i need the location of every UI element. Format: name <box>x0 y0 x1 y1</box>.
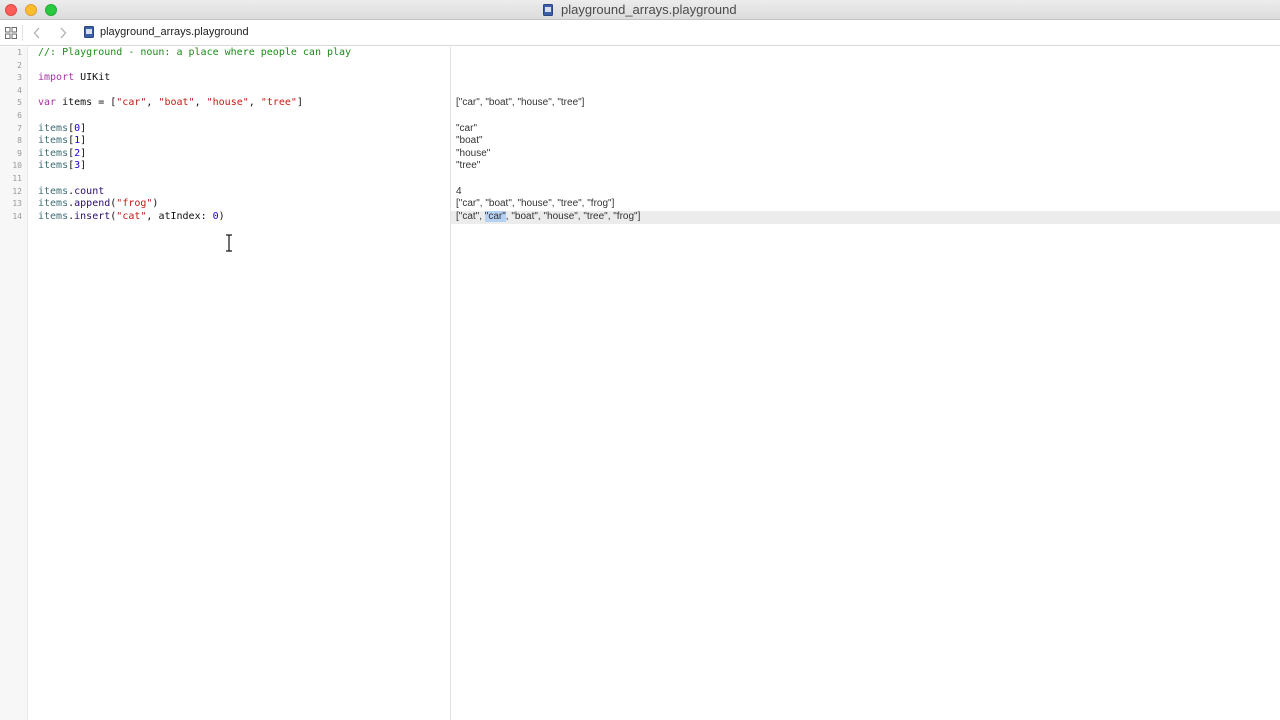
result-line-10[interactable]: "tree" <box>456 160 480 173</box>
code-line-7[interactable]: items[0] <box>38 123 86 136</box>
grid-icon <box>5 27 17 39</box>
line-number: 14 <box>12 211 22 221</box>
code-text: ] <box>296 97 303 109</box>
code-identifier: items <box>38 160 69 172</box>
code-identifier: items <box>38 147 69 159</box>
code-string: "boat" <box>158 97 195 109</box>
result-text: , "boat", "house", "tree", "frog"] <box>505 210 641 222</box>
code-identifier: items <box>38 198 69 210</box>
chevron-right-icon <box>60 27 67 39</box>
title-bar: playground_arrays.playground <box>0 0 1280 20</box>
code-string: "house" <box>206 97 249 109</box>
code-line-1[interactable]: //: Playground - noun: a place where peo… <box>38 47 351 60</box>
line-number: 7 <box>17 123 22 133</box>
results-sidebar: ["car", "boat", "house", "tree"] "car" "… <box>451 47 1280 720</box>
window-title-text: playground_arrays.playground <box>561 2 737 17</box>
code-identifier: items <box>38 185 69 197</box>
code-text: ] <box>80 160 87 172</box>
line-number: 9 <box>17 148 22 158</box>
jump-bar-file[interactable]: playground_arrays.playground <box>84 26 249 38</box>
code-line-8[interactable]: items[1] <box>38 135 86 148</box>
code-text: ) <box>218 210 225 222</box>
chevron-left-icon <box>33 27 40 39</box>
code-string: "cat" <box>116 210 147 222</box>
code-keyword: var <box>38 97 57 109</box>
line-number: 10 <box>12 161 22 171</box>
code-string: "frog" <box>116 198 153 210</box>
ibeam-cursor-icon <box>226 234 232 252</box>
code-line-5[interactable]: var items = ["car", "boat", "house", "tr… <box>38 97 303 110</box>
jump-bar: playground_arrays.playground <box>0 21 1280 46</box>
playground-file-icon <box>84 26 94 38</box>
code-text: , <box>248 97 261 109</box>
window-title: playground_arrays.playground <box>0 2 1280 17</box>
code-text: UIKit <box>74 72 111 84</box>
code-identifier: items <box>38 210 69 222</box>
result-line-7[interactable]: "car" <box>456 123 477 136</box>
code-text: , <box>194 97 207 109</box>
line-number: 13 <box>12 199 22 209</box>
result-line-12[interactable]: 4 <box>456 186 462 199</box>
code-line-3[interactable]: import UIKit <box>38 72 110 85</box>
code-line-13[interactable]: items.append("frog") <box>38 198 158 211</box>
code-text: , <box>146 97 159 109</box>
line-number: 5 <box>17 98 22 108</box>
line-number: 2 <box>17 60 22 70</box>
code-text: ] <box>80 135 87 147</box>
code-text: items = [ <box>56 97 117 109</box>
result-line-5[interactable]: ["car", "boat", "house", "tree"] <box>456 97 584 110</box>
line-number: 4 <box>17 85 22 95</box>
code-string: "tree" <box>260 97 297 109</box>
code-comment: //: Playground - noun: a place where peo… <box>38 47 352 58</box>
line-number: 6 <box>17 111 22 120</box>
code-text: ] <box>80 122 87 134</box>
result-line-13[interactable]: ["car", "boat", "house", "tree", "frog"] <box>456 198 614 211</box>
result-line-9[interactable]: "house" <box>456 148 490 161</box>
jump-bar-separator <box>22 25 23 41</box>
code-line-10[interactable]: items[3] <box>38 160 86 173</box>
result-line-8[interactable]: "boat" <box>456 135 483 148</box>
code-line-14[interactable]: items.insert("cat", atIndex: 0) <box>38 211 225 224</box>
forward-button[interactable] <box>56 25 70 41</box>
code-identifier: items <box>38 122 69 134</box>
related-items-button[interactable] <box>3 25 19 41</box>
line-number: 12 <box>12 186 22 196</box>
line-number: 11 <box>12 174 22 183</box>
code-editor[interactable]: //: Playground - noun: a place where peo… <box>29 47 450 720</box>
back-button[interactable] <box>30 25 44 41</box>
playground-file-icon <box>543 4 554 16</box>
code-method: insert <box>74 210 111 222</box>
result-line-14[interactable]: ["cat", "car", "boat", "house", "tree", … <box>456 210 641 224</box>
code-method: count <box>74 185 105 197</box>
result-text: ["cat", <box>456 210 485 222</box>
line-number: 8 <box>17 136 22 146</box>
result-selection: "car" <box>484 210 506 222</box>
line-number: 1 <box>17 48 22 57</box>
jump-bar-file-name: playground_arrays.playground <box>100 26 249 38</box>
code-text: , atIndex: <box>146 210 213 222</box>
playground-editor: 1 2 3 4 5 6 7 8 9 10 11 12 13 14 //: Pla… <box>0 47 1280 720</box>
code-line-12[interactable]: items.count <box>38 186 104 199</box>
code-text: ] <box>80 147 87 159</box>
code-string: "car" <box>116 97 147 109</box>
code-method: append <box>74 198 111 210</box>
code-identifier: items <box>38 135 69 147</box>
code-text: ) <box>152 198 159 210</box>
code-keyword: import <box>38 72 75 84</box>
code-line-9[interactable]: items[2] <box>38 148 86 161</box>
line-number: 3 <box>17 73 22 83</box>
line-number-gutter: 1 2 3 4 5 6 7 8 9 10 11 12 13 14 <box>0 47 28 720</box>
